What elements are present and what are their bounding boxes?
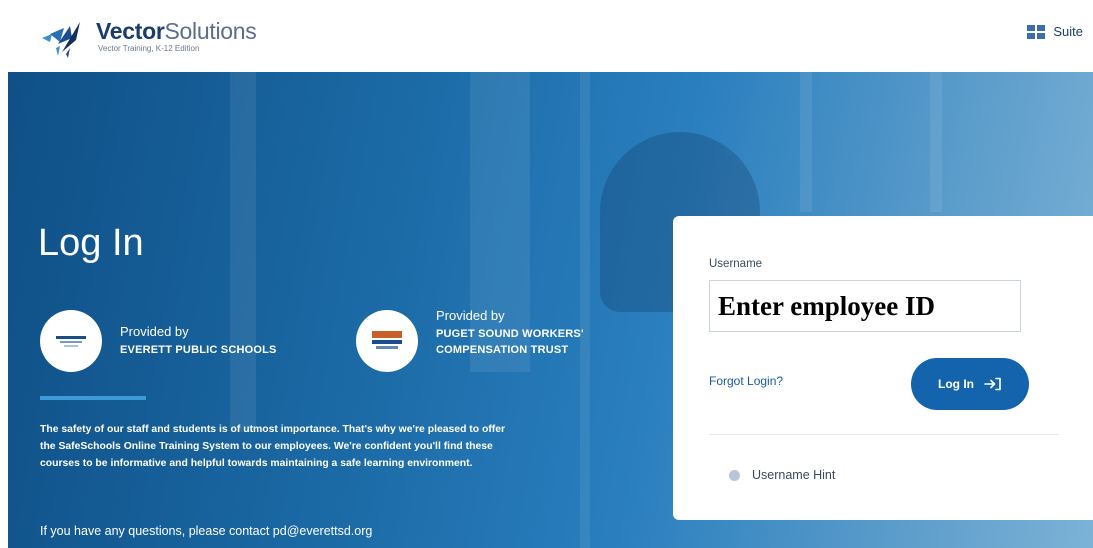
forgot-login-link[interactable]: Forgot Login?	[709, 374, 783, 388]
vector-logo-icon	[42, 22, 80, 58]
accent-divider	[40, 396, 146, 400]
contact-text: If you have any questions, please contac…	[40, 524, 373, 538]
brand-name: VectorSolutions	[96, 17, 257, 44]
background-shape	[800, 72, 812, 212]
logo-text: VectorSolutions Vector Training, K-12 Ed…	[96, 17, 257, 53]
provided-by-label: Provided by	[120, 323, 189, 339]
provider-puget-sound: Provided by PUGET SOUND WORKERS' COMPENS…	[356, 308, 584, 372]
puget-sound-logo	[356, 310, 418, 372]
provider-name-line-1: PUGET SOUND WORKERS'	[436, 328, 584, 341]
username-hint-label: Username Hint	[752, 468, 836, 482]
grid-icon	[1027, 24, 1046, 39]
card-divider	[709, 434, 1059, 435]
provider-everett: Provided by EVERETT PUBLIC SCHOOLS	[40, 310, 277, 372]
puget-sound-logo-icon	[372, 331, 402, 349]
username-hint-toggle[interactable]: Username Hint	[729, 468, 835, 482]
username-input[interactable]	[709, 280, 1021, 332]
provided-by-label: Provided by	[436, 308, 505, 324]
background-shape	[230, 72, 256, 432]
provider-text: Provided by PUGET SOUND WORKERS' COMPENS…	[436, 308, 584, 358]
brand-name-light: Solutions	[164, 17, 257, 44]
suite-label: Suite	[1053, 24, 1083, 39]
provider-text: Provided by EVERETT PUBLIC SCHOOLS	[120, 324, 277, 358]
sign-in-arrow-icon	[984, 377, 1001, 391]
brand-subtitle: Vector Training, K-12 Edition	[98, 43, 200, 53]
provider-name: EVERETT PUBLIC SCHOOLS	[120, 343, 277, 356]
everett-logo	[40, 310, 102, 372]
suite-menu-button[interactable]: Suite	[1027, 24, 1083, 39]
username-label: Username	[709, 258, 763, 270]
everett-logo-icon	[56, 336, 86, 347]
login-button[interactable]: Log In	[911, 358, 1029, 410]
welcome-description: The safety of our staff and students is …	[40, 424, 506, 469]
hero-edge	[0, 72, 8, 548]
page-title: Log In	[38, 222, 144, 264]
login-card: Username Forgot Login? Log In Username H…	[673, 216, 1093, 520]
vector-solutions-logo[interactable]: VectorSolutions Vector Training, K-12 Ed…	[36, 10, 276, 62]
top-header: VectorSolutions Vector Training, K-12 Ed…	[0, 0, 1093, 72]
circle-icon	[729, 469, 740, 481]
login-button-label: Log In	[938, 377, 974, 391]
brand-name-bold: Vector	[96, 17, 165, 44]
provider-name-line-2: COMPENSATION TRUST	[436, 343, 569, 356]
background-shape	[930, 72, 942, 212]
